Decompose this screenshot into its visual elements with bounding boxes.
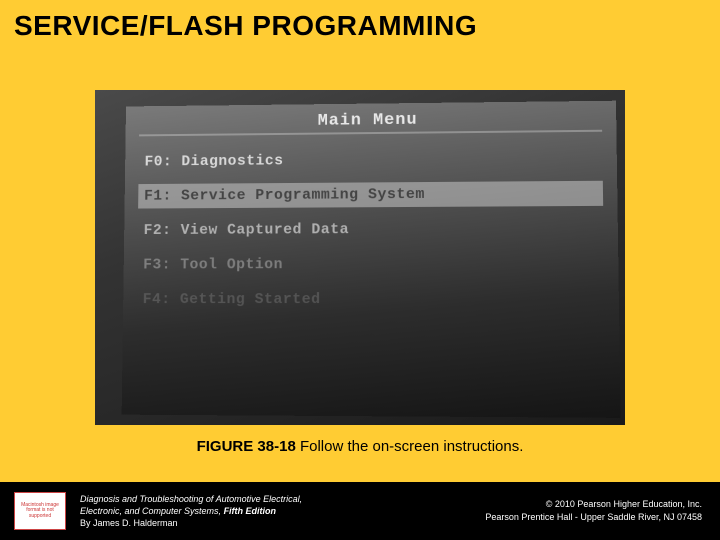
menu-item-f2: F2: View Captured Data bbox=[138, 216, 604, 243]
copyright-line2: Pearson Prentice Hall - Upper Saddle Riv… bbox=[485, 511, 702, 524]
figure-number: FIGURE 38-18 bbox=[197, 438, 296, 455]
slide-footer: Macintosh image format is not supported … bbox=[0, 482, 720, 540]
copyright-block: © 2010 Pearson Higher Education, Inc. Pe… bbox=[485, 498, 702, 523]
menu-item-f4: F4: Getting Started bbox=[137, 287, 605, 312]
menu-header: Main Menu bbox=[139, 109, 602, 133]
menu-item-f1-selected: F1: Service Programming System bbox=[138, 181, 603, 209]
thumbnail-text: Macintosh image format is not supported bbox=[18, 503, 62, 520]
slide-title: SERVICE/FLASH PROGRAMMING bbox=[0, 0, 720, 42]
book-title-line2: Electronic, and Computer Systems, bbox=[80, 506, 221, 516]
book-title-line1: Diagnosis and Troubleshooting of Automot… bbox=[80, 494, 302, 504]
book-author: By James D. Halderman bbox=[80, 517, 302, 529]
crt-screen: Main Menu F0: Diagnostics F1: Service Pr… bbox=[122, 101, 621, 418]
figure-caption: FIGURE 38-18 Follow the on-screen instru… bbox=[0, 438, 720, 455]
book-edition: Fifth Edition bbox=[221, 506, 276, 516]
menu-item-f3: F3: Tool Option bbox=[137, 251, 604, 277]
diagnostic-tool-photo: Main Menu F0: Diagnostics F1: Service Pr… bbox=[95, 90, 625, 425]
figure-text: Follow the on-screen instructions. bbox=[296, 438, 524, 455]
thumbnail-placeholder: Macintosh image format is not supported bbox=[14, 492, 66, 530]
book-citation: Diagnosis and Troubleshooting of Automot… bbox=[80, 493, 302, 529]
copyright-line1: © 2010 Pearson Higher Education, Inc. bbox=[485, 498, 702, 511]
menu-item-f0: F0: Diagnostics bbox=[139, 146, 603, 175]
